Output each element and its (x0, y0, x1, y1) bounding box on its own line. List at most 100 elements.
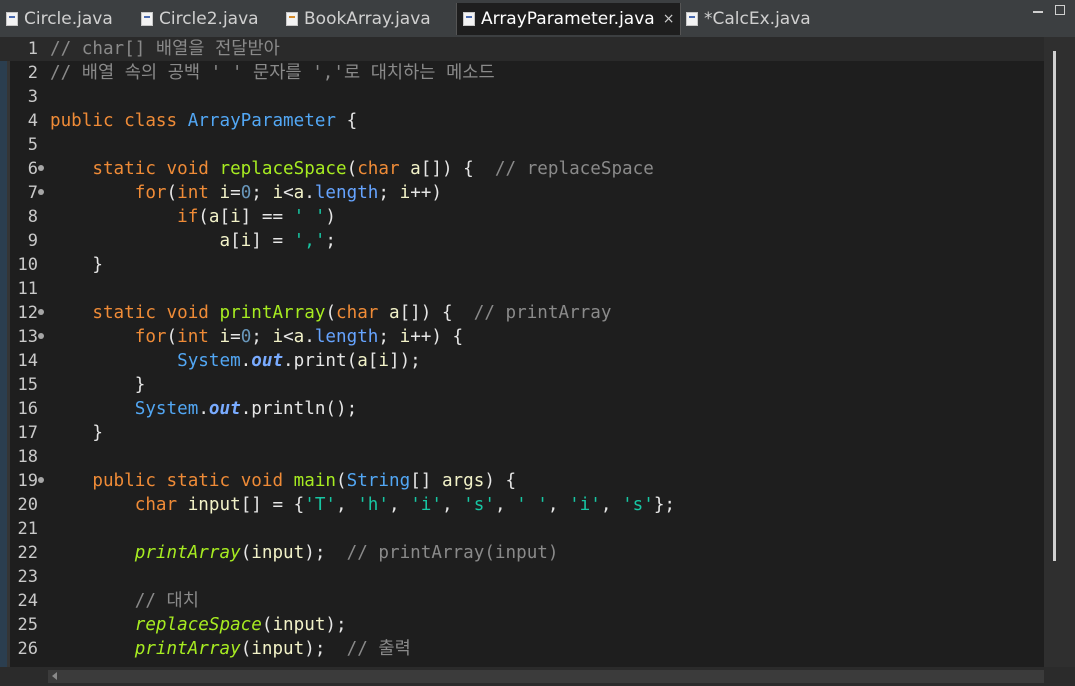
line-number: 14 (17, 351, 38, 371)
code-token: ( (240, 543, 252, 563)
code-editor[interactable]: 1 // char[] 배열을 전달받아 2 // 배열 속의 공백 ' ' 문자를 … (0, 37, 1044, 667)
line-number: 15 (17, 375, 38, 395)
code-token: ); (304, 543, 347, 563)
tab-calcex-java[interactable]: *CalcEx.java (686, 3, 811, 35)
line-number: 20 (17, 495, 38, 515)
code-token: out (251, 351, 284, 371)
code-token: } (50, 375, 146, 395)
tab-circle-java[interactable]: Circle.java (6, 3, 113, 35)
code-line[interactable]: 11 (0, 277, 1044, 301)
code-line[interactable]: 25 replaceSpace(input); (0, 613, 1044, 637)
code-token: ArrayParameter (187, 111, 337, 131)
code-token: []) { (399, 303, 474, 323)
code-line[interactable]: 1 // char[] 배열을 전달받아 (0, 37, 1044, 61)
code-line[interactable]: 20 char input[] = {'T', 'h', 'i', 's', '… (0, 493, 1044, 517)
code-line[interactable]: 9 a[i] = ','; (0, 229, 1044, 253)
code-text: public class ArrayParameter { (50, 109, 357, 133)
fold-marker-icon[interactable] (38, 333, 44, 339)
line-number: 8 (27, 207, 38, 227)
code-line[interactable]: 7 for(int i=0; i<a.length; i++) (0, 181, 1044, 205)
code-token: for (134, 327, 167, 347)
code-token: char (134, 495, 178, 515)
fold-marker-icon[interactable] (38, 189, 44, 195)
code-token: i (272, 327, 284, 347)
code-token: replaceSpace (134, 615, 262, 635)
code-line[interactable]: 18 (0, 445, 1044, 469)
tab-arrayparameter-java[interactable]: ArrayParameter.java × (456, 3, 682, 35)
tab-bookarray-java[interactable]: BookArray.java (286, 3, 431, 35)
code-line[interactable]: 17 } (0, 421, 1044, 445)
code-line[interactable]: 8 if(a[i] == ' ') (0, 205, 1044, 229)
code-token: i (240, 231, 252, 251)
horizontal-scrollbar[interactable] (0, 667, 1075, 686)
code-line[interactable]: 15 } (0, 373, 1044, 397)
code-line[interactable]: 23 (0, 565, 1044, 589)
code-line[interactable]: 10 } (0, 253, 1044, 277)
code-token: i (219, 183, 231, 203)
code-token: String (346, 471, 411, 491)
code-token: ( (261, 615, 273, 635)
close-tab-icon[interactable]: × (663, 11, 675, 27)
code-line[interactable]: 3 (0, 85, 1044, 109)
minimize-icon[interactable] (1033, 11, 1043, 13)
code-token: char (357, 159, 400, 179)
code-line[interactable]: 24 // 대치 (0, 589, 1044, 613)
java-file-icon (463, 12, 475, 26)
code-token: input (272, 615, 326, 635)
vertical-scroll-thumb[interactable] (1053, 51, 1056, 561)
code-token: static (92, 159, 156, 179)
code-line[interactable]: 22 printArray(input); // printArray(inpu… (0, 541, 1044, 565)
code-token: , (389, 495, 411, 515)
code-token: a (389, 303, 400, 323)
fold-marker-icon[interactable] (38, 165, 44, 171)
code-line[interactable]: 2 // 배열 속의 공백 ' ' 문자를 ','로 대치하는 메소드 (0, 61, 1044, 85)
window-controls (1033, 5, 1065, 15)
code-token: ) { (484, 471, 517, 491)
code-token: ); (325, 615, 347, 635)
fold-marker-icon[interactable] (38, 477, 44, 483)
tab-label: ArrayParameter.java (481, 9, 655, 29)
vertical-scrollbar[interactable] (1044, 37, 1075, 667)
code-line[interactable]: 12 static void printArray(char a[]) { //… (0, 301, 1044, 325)
code-token: int (177, 183, 209, 203)
line-number: 13 (17, 327, 38, 347)
code-line[interactable]: 13 for(int i=0; i<a.length; i++) { (0, 325, 1044, 349)
code-line[interactable]: 26 printArray(input); // 출력 (0, 637, 1044, 661)
code-token: . (304, 183, 315, 203)
code-text: static void replaceSpace(char a[]) { // … (50, 157, 653, 181)
code-text: printArray(input); // 출력 (50, 637, 411, 661)
code-line[interactable]: 5 (0, 133, 1044, 157)
code-token: replaceSpace (219, 159, 347, 179)
code-line[interactable]: 21 (0, 517, 1044, 541)
code-line[interactable]: 14 System.out.print(a[i]); (0, 349, 1044, 373)
code-token: 's' (622, 495, 654, 515)
code-token: for (134, 183, 167, 203)
scroll-left-icon[interactable] (52, 672, 57, 680)
code-token: // 배열 속의 공백 ' ' 문자를 ','로 대치하는 메소드 (50, 63, 495, 83)
code-text: } (50, 373, 146, 397)
code-token: printArray (134, 543, 241, 563)
code-token: args (441, 471, 485, 491)
tab-circle2-java[interactable]: Circle2.java (141, 3, 259, 35)
code-token: System (177, 351, 241, 371)
code-token: static (92, 303, 156, 323)
code-line[interactable]: 6 static void replaceSpace(char a[]) { /… (0, 157, 1044, 181)
maximize-icon[interactable] (1055, 5, 1065, 15)
code-token: ++) (410, 183, 442, 203)
code-token: 's' (463, 495, 495, 515)
code-line[interactable]: 19 public static void main(String[] args… (0, 469, 1044, 493)
fold-marker-icon[interactable] (38, 309, 44, 315)
code-token: 0 (240, 327, 252, 347)
code-line[interactable]: 4 public class ArrayParameter { (0, 109, 1044, 133)
horizontal-scroll-thumb[interactable] (48, 670, 1044, 683)
code-token: i (272, 183, 284, 203)
code-token: main (293, 471, 337, 491)
code-line[interactable]: 16 System.out.println(); (0, 397, 1044, 421)
code-token: class (124, 111, 178, 131)
